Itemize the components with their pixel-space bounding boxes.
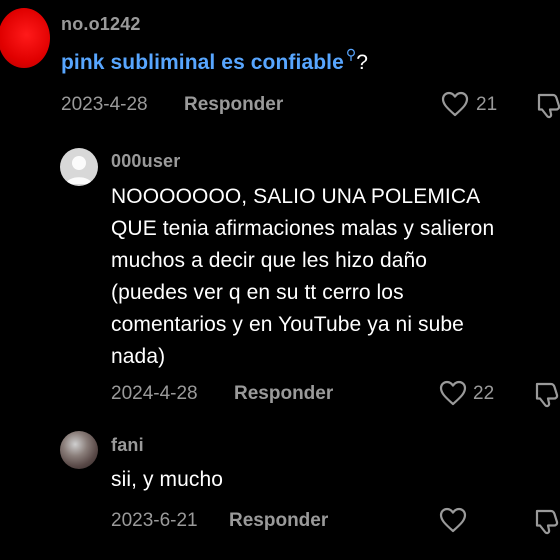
reply-button[interactable]: Responder xyxy=(229,510,328,532)
search-icon[interactable]: ⚲ xyxy=(346,46,356,62)
reply-text-line: NOOOOOOO, SALIO UNA POLEMICA xyxy=(111,185,481,208)
reply-text-line: nada) xyxy=(111,345,166,368)
reply-text: sii, y mucho xyxy=(111,464,223,496)
reply-text-line: muchos a decir que les hizo daño xyxy=(111,249,428,272)
heart-icon[interactable] xyxy=(441,91,469,117)
avatar[interactable] xyxy=(0,8,50,68)
comment-text-suffix: ? xyxy=(356,51,369,74)
thumbs-down-icon[interactable] xyxy=(536,91,560,119)
reply-text-line: comentarios y en YouTube ya ni sube xyxy=(111,313,464,336)
reply-text-line: QUE tenia afirmaciones malas y salieron xyxy=(111,217,495,240)
heart-icon[interactable] xyxy=(439,507,467,533)
thumbs-down-icon[interactable] xyxy=(534,380,560,408)
reply-text: NOOOOOOO, SALIO UNA POLEMICA QUE tenia a… xyxy=(111,181,494,373)
thumbs-down-icon[interactable] xyxy=(534,507,560,535)
reply-date: 2024-4-28 xyxy=(111,383,198,404)
search-link[interactable]: pink subliminal es confiable xyxy=(61,51,344,74)
like-count: 22 xyxy=(473,383,495,404)
reply-username[interactable]: fani xyxy=(111,435,144,456)
like-count: 21 xyxy=(476,94,498,115)
default-avatar-icon xyxy=(66,156,92,184)
reply-text-line: sii, y mucho xyxy=(111,468,224,491)
reply-text-line: (puedes ver q en su tt cerro los xyxy=(111,281,404,304)
comment-date: 2023-4-28 xyxy=(61,94,148,115)
avatar[interactable] xyxy=(60,148,98,186)
reply-button[interactable]: Responder xyxy=(234,383,333,405)
comment-username[interactable]: no.o1242 xyxy=(61,14,141,35)
avatar[interactable] xyxy=(60,431,98,469)
comment-text: pink subliminal es confiable ⚲? xyxy=(61,46,369,80)
reply-button[interactable]: Responder xyxy=(184,94,283,116)
heart-icon[interactable] xyxy=(439,380,467,406)
reply-username[interactable]: 000user xyxy=(111,151,180,172)
reply-date: 2023-6-21 xyxy=(111,510,198,531)
